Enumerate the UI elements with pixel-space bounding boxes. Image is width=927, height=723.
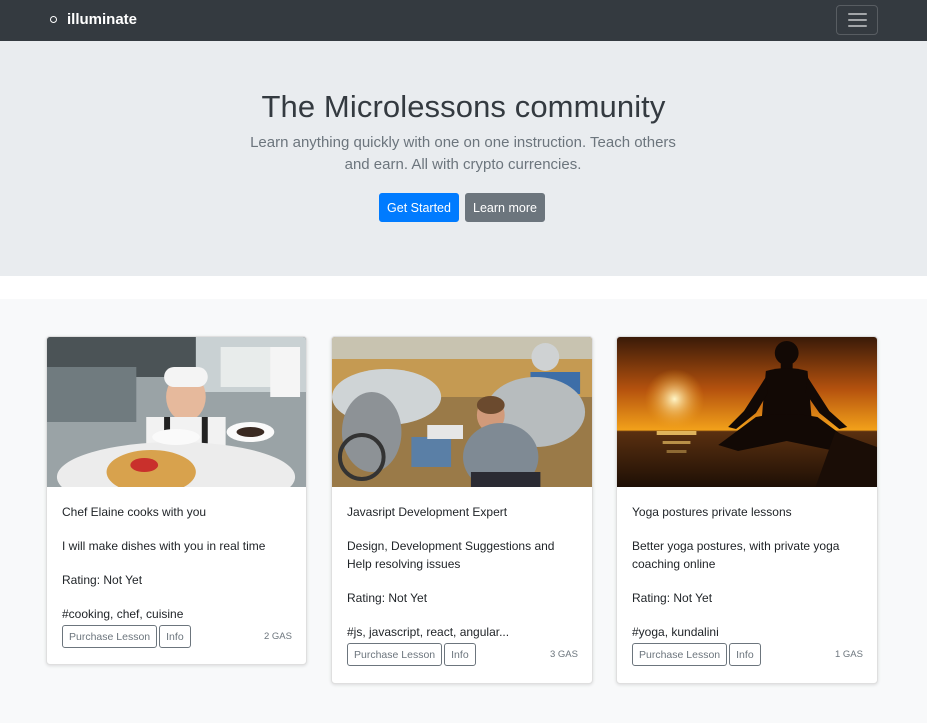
lesson-price: 1 GAS — [835, 649, 863, 660]
lesson-rating: Rating: Not Yet — [632, 591, 713, 605]
hero-title: The Microlessons community — [261, 89, 666, 124]
card-body: Yoga postures private lessons Better yog… — [632, 487, 863, 641]
card-actions: Purchase Lesson Info 3 GAS — [347, 643, 578, 666]
info-button[interactable]: Info — [444, 643, 476, 666]
yoga-photo[interactable] — [617, 337, 877, 487]
navbar-toggler-button[interactable] — [836, 5, 878, 35]
lesson-title: Yoga postures private lessons — [632, 505, 792, 519]
lesson-price: 2 GAS — [264, 631, 292, 642]
lesson-tags: #js, javascript, react, angular... — [347, 625, 510, 639]
info-button[interactable]: Info — [159, 625, 191, 648]
developer-photo[interactable] — [332, 337, 592, 487]
brand-link[interactable]: illuminate — [50, 11, 137, 28]
lesson-tags: #yoga, kundalini — [632, 625, 719, 639]
card-body: Chef Elaine cooks with you I will make d… — [62, 487, 292, 623]
hamburger-icon — [847, 13, 867, 15]
lesson-card: Yoga postures private lessons Better yog… — [616, 336, 878, 684]
lesson-price: 3 GAS — [550, 649, 578, 660]
chef-photo[interactable] — [47, 337, 306, 487]
purchase-lesson-button[interactable]: Purchase Lesson — [62, 625, 158, 648]
card-actions: Purchase Lesson Info 1 GAS — [632, 643, 863, 666]
brand-name: illuminate — [67, 11, 138, 28]
lesson-title: Chef Elaine cooks with you — [62, 505, 207, 519]
lesson-title: Javasript Development Expert — [347, 505, 508, 519]
get-started-button[interactable]: Get Started — [379, 193, 459, 222]
brand-circle-icon — [50, 16, 57, 23]
lesson-rating: Rating: Not Yet — [347, 591, 428, 605]
purchase-lesson-button[interactable]: Purchase Lesson — [632, 643, 728, 666]
lesson-description: I will make dishes with you in real time — [62, 539, 266, 553]
section-divider — [0, 276, 927, 299]
card-actions: Purchase Lesson Info 2 GAS — [62, 625, 292, 648]
learn-more-button[interactable]: Learn more — [465, 193, 545, 222]
lesson-description: Better yoga postures, with private yoga … — [632, 539, 840, 571]
info-button[interactable]: Info — [729, 643, 761, 666]
hero-jumbotron: The Microlessons community Learn anythin… — [0, 41, 927, 276]
purchase-lesson-button[interactable]: Purchase Lesson — [347, 643, 443, 666]
lesson-card: Chef Elaine cooks with you I will make d… — [46, 336, 307, 665]
card-body: Javasript Development Expert Design, Dev… — [347, 487, 578, 641]
hero-lead: Learn anything quickly with one on one i… — [250, 134, 676, 173]
lesson-card: Javasript Development Expert Design, Dev… — [331, 336, 593, 684]
navbar: illuminate — [0, 0, 927, 41]
lesson-rating: Rating: Not Yet — [62, 573, 143, 587]
lesson-description: Design, Development Suggestions and Help… — [347, 539, 555, 571]
lesson-tags: #cooking, chef, cuisine — [62, 607, 184, 621]
